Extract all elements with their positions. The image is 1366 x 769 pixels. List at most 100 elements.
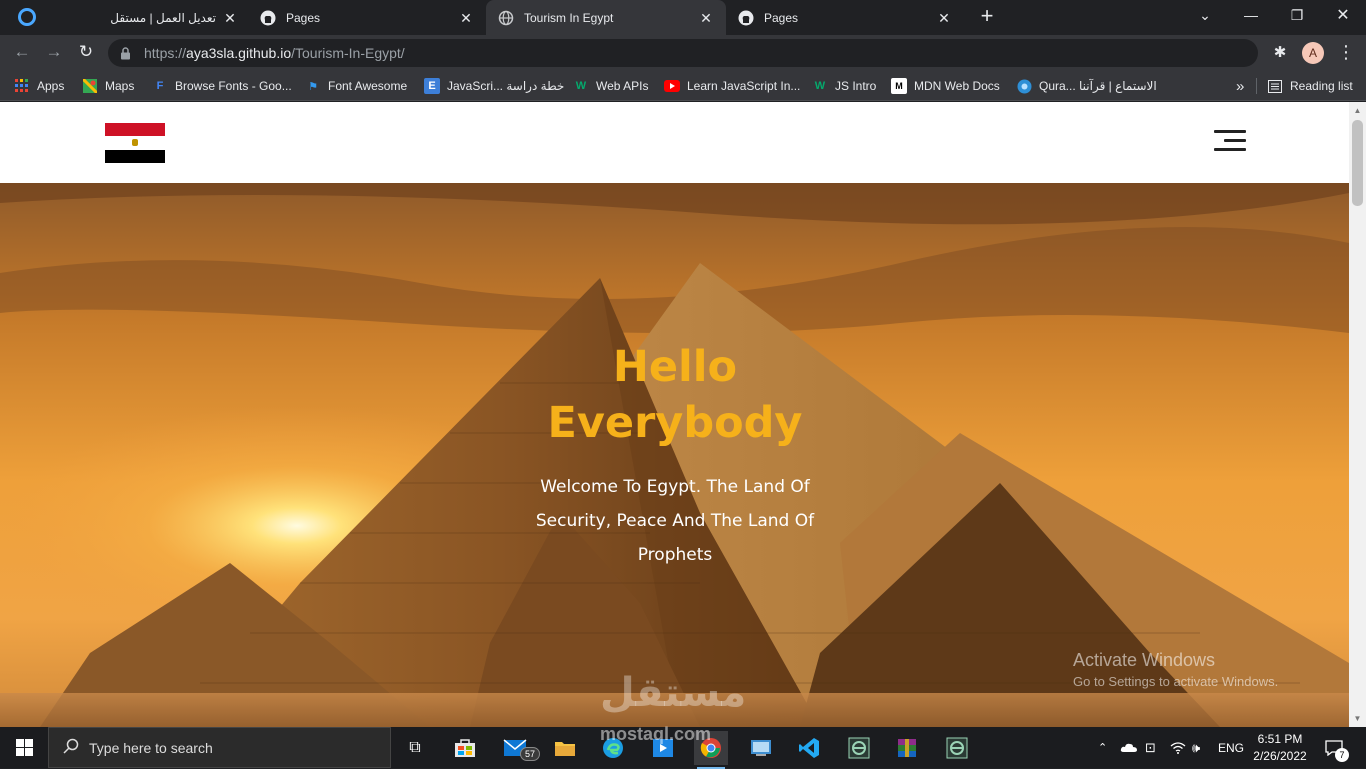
- bookmark-label: Qura... الاستماع | قرآننا: [1039, 79, 1157, 93]
- apps-grid-icon: [14, 78, 30, 94]
- store-icon[interactable]: [448, 731, 482, 765]
- volume-icon[interactable]: 🕪: [1192, 727, 1200, 768]
- bookmarks-overflow-button[interactable]: »: [1236, 77, 1244, 95]
- reload-icon[interactable]: ↻: [72, 38, 100, 66]
- taskbar-search-box[interactable]: Type here to search: [48, 727, 391, 768]
- minimize-button[interactable]: —: [1228, 0, 1274, 30]
- close-tab-icon[interactable]: ✕: [698, 10, 714, 26]
- bookmark-label: JavaScri... خطة دراسة: [447, 79, 565, 93]
- reading-list-button[interactable]: Reading list: [1267, 77, 1353, 95]
- clock-date: 2/26/2022: [1253, 749, 1307, 763]
- app-icon-2[interactable]: [940, 731, 974, 765]
- hero-section: Hello Everybody Welcome To Egypt. The La…: [0, 183, 1349, 727]
- hero-title: Hello Everybody: [475, 339, 875, 451]
- activate-subtitle: Go to Settings to activate Windows.: [1073, 674, 1279, 689]
- new-tab-button[interactable]: +: [975, 4, 999, 28]
- extensions-icon[interactable]: ✱: [1266, 38, 1294, 66]
- show-hidden-icons[interactable]: ⌃: [1098, 727, 1107, 768]
- tab-title: Pages: [764, 10, 799, 25]
- app-icon-1[interactable]: [842, 731, 876, 765]
- tab-title: Tourism In Egypt: [524, 10, 614, 25]
- vscode-icon[interactable]: [792, 731, 826, 765]
- scroll-up-icon[interactable]: ▲: [1353, 106, 1362, 115]
- forward-icon[interactable]: →: [40, 38, 68, 66]
- github-icon: [260, 10, 276, 26]
- bookmark-label: JS Intro: [835, 79, 877, 93]
- reading-list-label: Reading list: [1290, 79, 1353, 93]
- bookmark-quran[interactable]: Qura... الاستماع | قرآننا: [1016, 77, 1157, 95]
- mostaql-watermark-logo: مستقل: [600, 671, 747, 715]
- tab-search-icon[interactable]: ⌄: [1182, 0, 1228, 30]
- site-header: [0, 102, 1349, 183]
- profile-avatar[interactable]: A: [1302, 42, 1324, 64]
- bookmark-label: Learn JavaScript In...: [687, 79, 801, 93]
- start-button[interactable]: [0, 727, 48, 768]
- back-icon[interactable]: ←: [8, 38, 36, 66]
- language-indicator[interactable]: ENG: [1218, 727, 1244, 768]
- bookmark-apps[interactable]: Apps: [14, 77, 64, 95]
- tab-pages-1[interactable]: Pages ✕: [248, 0, 486, 35]
- menu-dots-icon[interactable]: ⋮: [1332, 38, 1360, 66]
- tab-tourism[interactable]: Tourism In Egypt ✕: [486, 0, 726, 35]
- winrar-icon[interactable]: [890, 731, 924, 765]
- tab-mostaql[interactable]: تعديل العمل | مستقل ✕: [50, 0, 250, 35]
- bookmark-mdn[interactable]: M MDN Web Docs: [891, 77, 1000, 95]
- egypt-flag-logo[interactable]: [105, 123, 165, 163]
- tab-strip: تعديل العمل | مستقل ✕ Pages ✕ Tourism In…: [0, 0, 1366, 35]
- bookmark-label: Web APIs: [596, 79, 649, 93]
- restore-button[interactable]: ❐: [1274, 0, 1320, 30]
- bookmark-javascript-plan[interactable]: E JavaScri... خطة دراسة: [424, 77, 564, 95]
- globe-icon: [498, 10, 514, 26]
- bookmark-web-apis[interactable]: W Web APIs: [573, 77, 649, 95]
- onedrive-icon[interactable]: [1120, 727, 1138, 768]
- google-fonts-icon: F: [156, 80, 164, 92]
- tab-title: تعديل العمل | مستقل: [110, 10, 216, 25]
- reading-list-icon: [1267, 78, 1283, 94]
- search-placeholder: Type here to search: [89, 739, 213, 756]
- search-icon: [63, 738, 79, 757]
- tab-pages-2[interactable]: Pages ✕: [726, 0, 964, 35]
- file-explorer-icon[interactable]: [548, 731, 582, 765]
- network-adapter-icon[interactable]: ⊡: [1145, 727, 1156, 768]
- bookmark-font-awesome[interactable]: ⚑ Font Awesome: [305, 77, 407, 95]
- task-view-icon[interactable]: ⧉: [398, 731, 432, 765]
- activate-windows-watermark: Activate Windows Go to Settings to activ…: [1073, 650, 1278, 689]
- w3-icon: W: [814, 80, 826, 92]
- bookmark-google-fonts[interactable]: F Browse Fonts - Goo...: [152, 77, 292, 95]
- w3-icon: W: [575, 80, 587, 92]
- lock-icon: [120, 46, 134, 60]
- flag-icon: ⚑: [308, 80, 318, 93]
- scrollbar-thumb[interactable]: [1352, 120, 1363, 206]
- mostaql-watermark-text: mostaql.com: [600, 724, 712, 744]
- close-tab-icon[interactable]: ✕: [458, 10, 474, 26]
- github-icon: [738, 10, 754, 26]
- quran-icon: [1016, 78, 1032, 94]
- bookmark-label: Browse Fonts - Goo...: [175, 79, 292, 93]
- hamburger-menu-icon[interactable]: [1214, 130, 1246, 152]
- bookmarks-bar: Apps Maps F Browse Fonts - Goo... ⚑ Font…: [0, 71, 1366, 101]
- url-host: aya3sla.github.io: [186, 45, 292, 61]
- scroll-down-icon[interactable]: ▼: [1353, 714, 1362, 723]
- hero-subtitle: Welcome To Egypt. The Land Of Security, …: [535, 477, 815, 565]
- windows-logo-icon: [15, 739, 33, 756]
- wifi-icon[interactable]: [1170, 727, 1186, 768]
- bookmark-maps[interactable]: Maps: [82, 77, 134, 95]
- bookmark-learn-js[interactable]: Learn JavaScript In...: [664, 77, 800, 95]
- vertical-scrollbar[interactable]: ▲ ▼: [1349, 102, 1366, 727]
- close-tab-icon[interactable]: ✕: [222, 10, 238, 26]
- browser-menu-icon[interactable]: [18, 8, 36, 26]
- mail-badge: 57: [520, 747, 541, 761]
- mdn-icon: M: [891, 78, 907, 94]
- bookmark-label: MDN Web Docs: [914, 79, 1000, 93]
- bookmark-label: Font Awesome: [328, 79, 408, 93]
- control-panel-icon[interactable]: [744, 731, 778, 765]
- bookmark-label: Apps: [37, 79, 65, 93]
- e-icon: E: [424, 78, 440, 94]
- close-window-button[interactable]: ✕: [1320, 0, 1366, 30]
- bookmark-js-intro[interactable]: W JS Intro: [812, 77, 877, 95]
- eagle-icon: [132, 139, 138, 147]
- taskbar-clock[interactable]: 6:51 PM 2/26/2022: [1245, 731, 1315, 765]
- bookmarks-divider: [1256, 78, 1257, 94]
- address-bar[interactable]: https:// aya3sla.github.io /Tourism-In-E…: [108, 39, 1258, 67]
- close-tab-icon[interactable]: ✕: [936, 10, 952, 26]
